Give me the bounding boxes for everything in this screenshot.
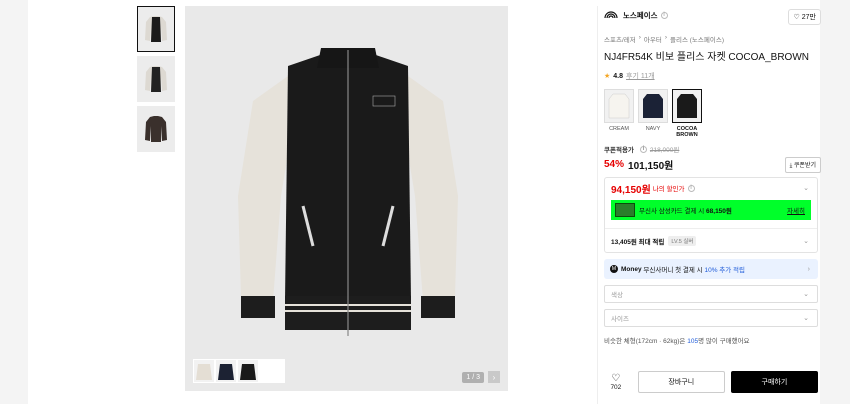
heart-icon: ♡ <box>793 14 800 21</box>
coupon-price-label-row: 쿠폰적용가 i 218,000원 <box>604 144 825 154</box>
product-title: NJ4FR54K 비보 플리스 자켓 COCOA_BROWN <box>604 52 809 63</box>
color-select[interactable]: 색상 ⌄ <box>604 285 818 303</box>
color-option-navy[interactable]: NAVY <box>638 89 668 138</box>
color-swatch <box>604 89 634 123</box>
size-select[interactable]: 사이즈 ⌄ <box>604 309 818 327</box>
breadcrumb-item[interactable]: 플리스 (노스페이스) <box>670 34 724 44</box>
mini-thumb-empty <box>260 360 284 382</box>
coupon-price-label: 쿠폰적용가 <box>604 147 634 154</box>
discount-box: 94,150원 나의 할인가 i ⌄ 무신사 삼성카드 결제 시 68,150원… <box>604 177 818 253</box>
brand-like-button[interactable]: ♡ 27만 <box>788 9 821 25</box>
points-row[interactable]: 13,405원 최대 적립 LV.5 실버 ⌄ <box>605 228 817 252</box>
sale-price: 101,150원 <box>628 160 674 172</box>
chevron-right-icon: › <box>807 265 810 273</box>
color-label: CREAM <box>609 126 629 132</box>
info-icon[interactable]: i <box>639 145 647 153</box>
size-select-label: 사이즈 <box>611 316 629 323</box>
fit-hint-pre: 비슷한 체형(172cm · 62kg)은 <box>604 338 686 345</box>
fit-hint-count: 105 <box>687 338 699 345</box>
action-bar: ♡ 702 장바구니 구매하기 <box>604 369 818 395</box>
color-label: COCOA BROWN <box>676 126 698 138</box>
original-price: 218,000원 <box>649 147 680 154</box>
money-brand: Money <box>621 265 642 273</box>
chevron-down-icon[interactable]: ⌄ <box>803 184 809 192</box>
mini-thumb-strip <box>193 359 285 383</box>
color-option-cream[interactable]: CREAM <box>604 89 634 138</box>
product-info-panel: 노스페이스 i ♡ 27만 스포츠/레저 › 아우터 › 플리스 (노스페이스)… <box>597 6 825 404</box>
color-options: CREAM NAVY COCOA BROWN <box>604 89 825 138</box>
breadcrumb-item[interactable]: 스포츠/레저 <box>604 34 636 44</box>
review-link[interactable]: 후기 11개 <box>626 71 655 81</box>
jacket-back-thumb-image <box>145 66 167 92</box>
thumbnail-list <box>137 6 177 156</box>
money-logo-icon: M <box>610 265 618 273</box>
jacket-thumb-image <box>145 16 167 42</box>
discount-rate: 54% <box>604 158 625 170</box>
chevron-right-icon: › <box>664 34 668 41</box>
rating-score: 4.8 <box>613 72 624 80</box>
card-banner[interactable]: 무신사 삼성카드 결제 시 68,150원 자세히 <box>611 200 811 220</box>
coupon-button[interactable]: ⤓ 쿠폰받기 <box>784 157 821 173</box>
color-select-label: 색상 <box>611 292 623 299</box>
chevron-down-icon: ⌄ <box>803 315 809 322</box>
mini-thumb-navy[interactable] <box>216 360 236 382</box>
card-more-link[interactable]: 자세히 <box>787 205 805 215</box>
chevron-down-icon[interactable]: ⌄ <box>803 237 809 245</box>
card-banner-text: 무신사 삼성카드 결제 시 68,150원 <box>639 205 732 215</box>
jacket-brown-icon <box>677 94 697 118</box>
add-to-cart-button[interactable]: 장바구니 <box>637 371 725 393</box>
points-text: 13,405원 최대 적립 <box>611 238 665 246</box>
jacket-dark-thumb-image <box>145 116 167 142</box>
my-price-row[interactable]: 94,150원 나의 할인가 i ⌄ <box>605 178 817 198</box>
level-badge: LV.5 실버 <box>668 235 697 246</box>
chevron-right-icon: › <box>638 34 641 41</box>
chevron-right-icon[interactable]: › <box>488 371 500 383</box>
page-stage: 1 / 3 › 노스페이스 i ♡ 27만 스포츠/레저 › 아우터 › 플리스… <box>28 0 821 404</box>
breadcrumb: 스포츠/레저 › 아우터 › 플리스 (노스페이스) <box>604 34 825 44</box>
wishlist-button[interactable]: ♡ 702 <box>604 372 628 391</box>
card-banner-pre: 무신사 삼성카드 결제 시 <box>639 208 705 215</box>
my-price-label: 나의 할인가 <box>652 186 685 193</box>
mini-thumb-brown[interactable] <box>238 360 258 382</box>
jacket-navy-icon <box>643 94 663 118</box>
wishlist-count: 702 <box>610 383 622 391</box>
rating-row: ★ 4.8 후기 11개 <box>604 71 825 81</box>
color-option-cocoa-brown[interactable]: COCOA BROWN <box>672 89 702 138</box>
info-icon[interactable]: i <box>660 11 668 19</box>
info-icon[interactable]: i <box>687 184 695 192</box>
color-swatch <box>672 89 702 123</box>
color-label: NAVY <box>645 126 661 132</box>
price-row: 54% 101,150원 ⤓ 쿠폰받기 <box>604 157 825 173</box>
thumbnail-back[interactable] <box>137 56 175 102</box>
my-price: 94,150원 <box>611 184 651 196</box>
brand-name[interactable]: 노스페이스 <box>623 10 658 21</box>
fit-hint: 비슷한 체형(172cm · 62kg)은 105명 많이 구매했어요 <box>604 335 825 345</box>
fit-hint-post: 명 많이 구매했어요 <box>698 338 750 345</box>
image-counter: 1 / 3 <box>462 372 484 383</box>
buy-now-button[interactable]: 구매하기 <box>730 371 818 393</box>
brand-row: 노스페이스 i ♡ 27만 <box>604 6 825 25</box>
money-text: 무신사머니 첫 결제 시 <box>643 267 703 274</box>
color-swatch <box>638 89 668 123</box>
coupon-button-label: 쿠폰받기 <box>793 163 816 169</box>
product-main-image[interactable]: 1 / 3 › <box>185 6 508 391</box>
money-banner[interactable]: M Money 무신사머니 첫 결제 시 10% 추가 적립 › <box>604 259 818 279</box>
star-icon: ★ <box>604 73 611 80</box>
card-banner-price: 68,150원 <box>706 208 732 215</box>
thumbnail-front[interactable] <box>137 6 175 52</box>
credit-card-icon <box>615 203 635 217</box>
mini-thumb-cream[interactable] <box>194 360 214 382</box>
chevron-down-icon: ⌄ <box>803 291 809 298</box>
jacket-image <box>238 48 458 336</box>
heart-icon: ♡ <box>611 372 621 384</box>
thumbnail-dark[interactable] <box>137 106 175 152</box>
brand-logo-icon[interactable] <box>604 11 618 19</box>
brand-like-count: 27만 <box>801 14 816 21</box>
jacket-cream-icon <box>608 93 630 119</box>
money-rate: 10% 추가 적립 <box>704 267 746 274</box>
download-icon: ⤓ <box>789 163 793 169</box>
breadcrumb-item[interactable]: 아우터 <box>644 34 662 44</box>
